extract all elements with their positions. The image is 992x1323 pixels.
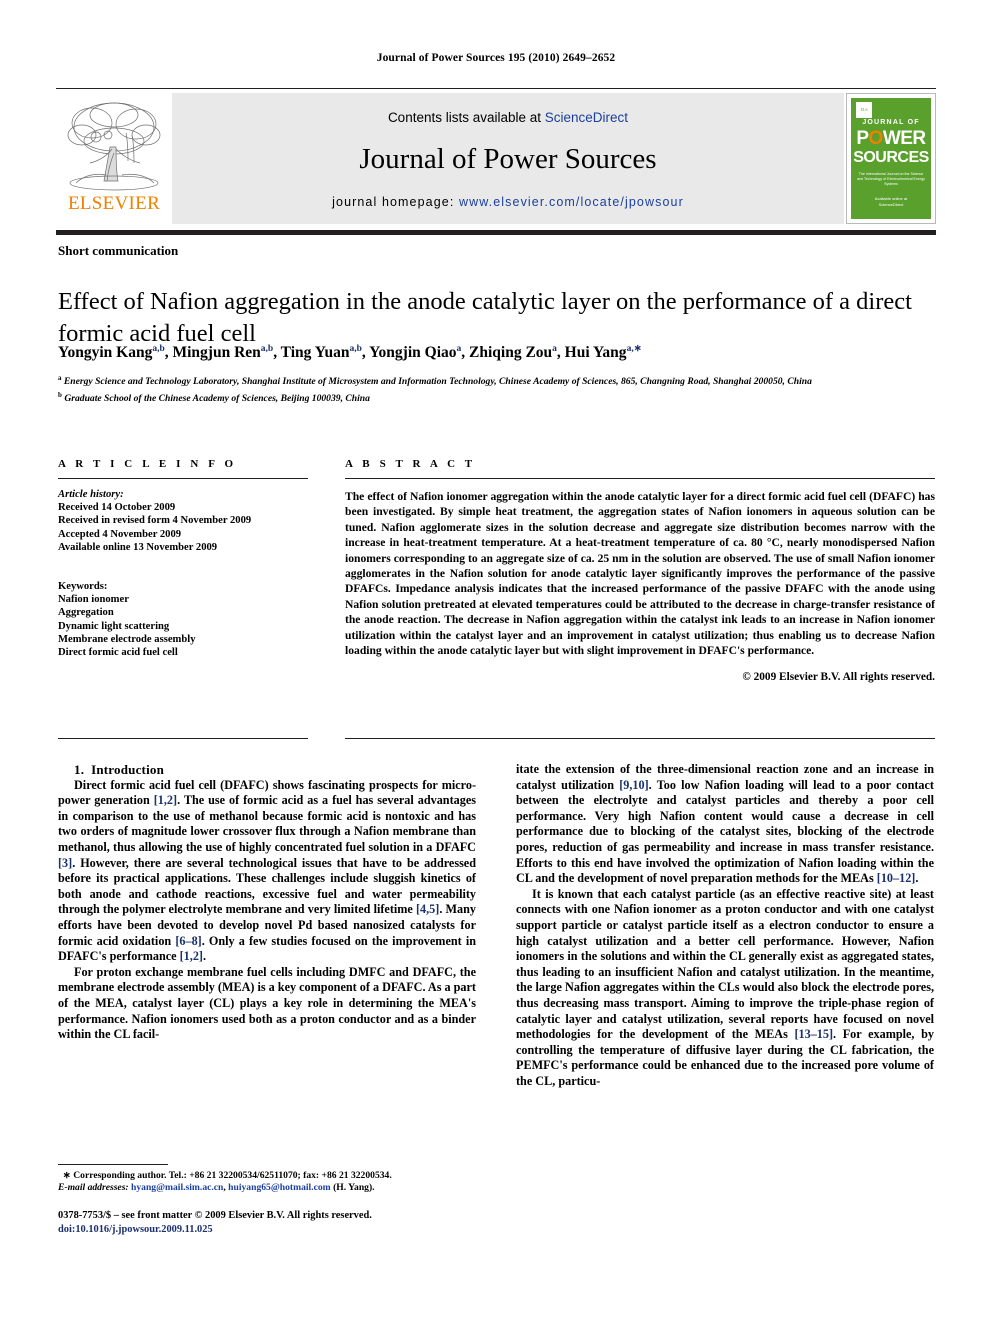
journal-title: Journal of Power Sources: [359, 143, 657, 175]
cover-artwork: ELS JOURNAL OF POWER SOURCES The Interna…: [851, 98, 931, 219]
email-line: E-mail addresses: hyang@mail.sim.ac.cn, …: [58, 1182, 375, 1194]
elsevier-logo: ELSEVIER: [56, 93, 172, 224]
cover-sources-word: SOURCES: [853, 149, 929, 166]
article-info-rule: [58, 478, 308, 479]
affiliation-a-text: Energy Science and Technology Laboratory…: [63, 376, 812, 388]
keywords-block: Keywords: Nafion ionomer Aggregation Dyn…: [58, 580, 308, 659]
section-heading-introduction: 1. Introduction: [58, 762, 476, 778]
email-address-1[interactable]: hyang@mail.sim.ac.cn: [131, 1182, 223, 1193]
footnote-marker: ∗: [62, 1170, 71, 1181]
keyword-item: Aggregation: [58, 607, 114, 619]
corresponding-author-text: Corresponding author. Tel.: +86 21 32200…: [73, 1170, 392, 1181]
cover-elsevier-mark: ELS: [856, 102, 872, 118]
affiliation-a: a Energy Science and Technology Laborato…: [58, 374, 812, 388]
abstract-column: A B S T R A C T The effect of Nafion ion…: [345, 458, 935, 683]
cover-sciencedirect-note: Available online at ScienceDirect: [874, 196, 908, 207]
homepage-label: journal homepage:: [332, 195, 455, 209]
affiliations: a Energy Science and Technology Laborato…: [58, 372, 938, 406]
keyword-item: Nafion ionomer: [58, 594, 129, 606]
paper-page: Journal of Power Sources 195 (2010) 2649…: [0, 0, 992, 1323]
article-info-column: A R T I C L E I N F O Article history: R…: [58, 458, 308, 659]
section-number: 1.: [74, 762, 85, 777]
doi-label: doi:: [58, 1223, 76, 1235]
paragraph: For proton exchange membrane fuel cells …: [58, 964, 476, 1042]
elsevier-tree-icon: [62, 97, 166, 193]
doi-value[interactable]: 10.1016/j.jpowsour.2009.11.025: [75, 1224, 212, 1235]
body-column-left: 1. Introduction Direct formic acid fuel …: [58, 762, 476, 1043]
article-info-bottom-rule: [58, 738, 308, 739]
history-item: Accepted 4 November 2009: [58, 528, 182, 540]
running-head: Journal of Power Sources 195 (2010) 2649…: [376, 52, 616, 64]
imprint-block: 0378-7753/$ – see front matter © 2009 El…: [58, 1209, 488, 1236]
sciencedirect-banner: Contents lists available at ScienceDirec…: [172, 93, 844, 224]
paragraph: itate the extension of the three-dimensi…: [516, 762, 934, 886]
article-history-label: Article history:: [58, 489, 124, 500]
masthead-bottom-rule: [56, 230, 936, 235]
elsevier-wordmark: ELSEVIER: [67, 193, 161, 214]
corresponding-author-footnote: ∗ Corresponding author. Tel.: +86 21 322…: [58, 1170, 478, 1195]
cover-journal-of: JOURNAL OF: [862, 119, 920, 126]
history-item: Received in revised form 4 November 2009: [58, 515, 252, 527]
abstract-copyright: © 2009 Elsevier B.V. All rights reserved…: [742, 671, 935, 684]
email-owner: (H. Yang).: [333, 1182, 375, 1194]
header-rule: [56, 88, 936, 89]
keywords-label: Keywords:: [58, 581, 108, 593]
footnote-rule: [58, 1164, 168, 1165]
affiliation-b: b Graduate School of the Chinese Academy…: [58, 390, 370, 404]
corresponding-author-line: ∗ Corresponding author. Tel.: +86 21 322…: [58, 1170, 478, 1182]
article-type: Short communication: [58, 243, 179, 258]
email-address-2[interactable]: huiyang65@hotmail.com: [228, 1182, 330, 1193]
article-info-heading: A R T I C L E I N F O: [58, 458, 237, 470]
email-label: E-mail addresses:: [58, 1182, 129, 1194]
contents-prefix: Contents lists available at: [387, 110, 545, 125]
sciencedirect-link[interactable]: ScienceDirect: [545, 110, 628, 125]
abstract-bottom-rule: [345, 738, 935, 739]
paragraph: Direct formic acid fuel cell (DFAFC) sho…: [58, 777, 477, 964]
keyword-item: Dynamic light scattering: [58, 620, 170, 632]
keyword-item: Direct formic acid fuel cell: [58, 647, 178, 659]
homepage-url[interactable]: www.elsevier.com/locate/jpowsour: [459, 195, 684, 209]
cover-power-word: POWER: [856, 128, 926, 149]
journal-masthead: ELSEVIER Contents lists available at Sci…: [56, 93, 936, 224]
cover-subtitle: The International Journal on the Science…: [857, 172, 925, 186]
body-column-right: itate the extension of the three-dimensi…: [516, 762, 934, 1089]
abstract-rule: [345, 478, 935, 479]
history-item: Received 14 October 2009: [58, 502, 176, 514]
affiliation-b-text: Graduate School of the Chinese Academy o…: [64, 392, 370, 404]
paragraph: It is known that each catalyst particle …: [516, 886, 934, 1088]
section-title: Introduction: [91, 762, 165, 777]
author-list: Yongyin Kanga,b, Mingjun Rena,b, Ting Yu…: [58, 344, 642, 362]
keyword-item: Membrane electrode assembly: [58, 633, 196, 645]
journal-homepage-line: journal homepage: www.elsevier.com/locat…: [172, 195, 844, 209]
doi-line: doi:10.1016/j.jpowsour.2009.11.025: [58, 1223, 488, 1237]
contents-line: Contents lists available at ScienceDirec…: [172, 110, 844, 125]
history-item: Available online 13 November 2009: [58, 541, 218, 553]
journal-cover-thumbnail[interactable]: ELS JOURNAL OF POWER SOURCES The Interna…: [846, 93, 936, 224]
abstract-heading: A B S T R A C T: [345, 458, 476, 470]
article-history: Article history: Received 14 October 200…: [58, 488, 308, 554]
issn-front-matter: 0378-7753/$ – see front matter © 2009 El…: [58, 1210, 372, 1221]
page-title: Effect of Nafion aggregation in the anod…: [58, 288, 912, 348]
abstract-text: The effect of Nafion ionomer aggregation…: [345, 490, 935, 658]
